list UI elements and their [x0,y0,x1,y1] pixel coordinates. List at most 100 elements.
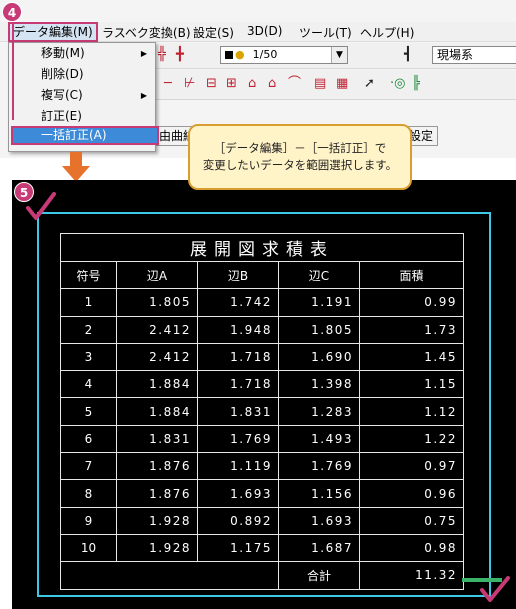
value-cell: 1.119 [197,452,279,481]
table-row: 6 1.831 1.769 1.493 1.22 [60,424,464,454]
value-cell: 1.15 [359,370,464,399]
menu-item-label: 一括訂正(A) [41,128,107,142]
layer-tool-icon[interactable]: ┫ [404,47,412,63]
callout-line-2: 変更したいデータを範囲選択します。 [202,158,398,172]
submenu-arrow-icon: ▶ [140,49,147,58]
row-id-cell: 5 [60,397,117,426]
value-cell: 1.718 [197,342,279,372]
value-cell: 1.805 [278,315,360,344]
row-id-cell: 8 [60,479,117,508]
value-cell: 2.412 [116,342,198,372]
line-tool-icon[interactable]: ─ [164,76,172,92]
value-cell: 1.175 [197,533,279,563]
row-id-cell: 6 [60,424,117,454]
total-value: 11.32 [359,561,464,590]
menu-item-batch-correct[interactable]: 一括訂正(A) [11,126,159,145]
menu-tools[interactable]: ツール(T) [299,24,352,41]
value-cell: 0.892 [197,506,279,535]
table-row: 10 1.928 1.175 1.687 0.98 [60,533,464,563]
house-tool-icon[interactable]: ⌂ [248,76,256,92]
table-row: 2 2.412 1.948 1.805 1.73 [60,315,464,344]
menu-item-delete[interactable]: 削除(D) [9,65,155,84]
menu-3d[interactable]: 3D(D) [247,24,282,38]
area-table[interactable]: 展開図求積表 符号 辺A 辺B 辺C 面積 1 1.805 1.742 1.191 0.… [60,233,464,590]
chevron-down-icon[interactable]: ▼ [331,47,347,63]
header-cell: 辺B [197,260,279,290]
total-label: 合計 [278,561,360,590]
site-field[interactable]: 現場系 [432,46,516,64]
header-cell: 辺C [278,260,360,290]
header-cell: 辺A [116,260,198,290]
cad-canvas[interactable]: 展開図求積表 符号 辺A 辺B 辺C 面積 1 1.805 1.742 1.191 0.… [12,180,516,609]
table-tool-icon[interactable]: ▦ [336,76,348,92]
step-badge-4: 4 [2,2,22,22]
connector-line [12,20,14,120]
step-badge-5: 5 [14,182,34,202]
cross-tool-icon[interactable]: ╋ [176,47,184,63]
scale-dropdown[interactable]: ● 1/50 ▼ [220,46,348,64]
table-body: 1 1.805 1.742 1.191 0.99 2 2.412 1.948 1.805 1.73… [60,288,464,563]
menu-item-correct[interactable]: 訂正(E) [9,107,155,126]
value-cell: 1.928 [116,506,198,535]
empty-cell [60,561,117,590]
value-cell: 0.75 [359,506,464,535]
value-cell: 0.99 [359,288,464,317]
header-cell: 面積 [359,260,464,290]
table-row: 3 2.412 1.718 1.690 1.45 [60,342,464,372]
value-cell: 0.98 [359,533,464,563]
value-cell: 1.884 [116,370,198,399]
value-cell: 1.191 [278,288,360,317]
snap-icon[interactable]: ·◎ [390,76,405,92]
end-check-icon [480,576,510,602]
row-id-cell: 3 [60,342,117,372]
value-cell: 1.693 [197,479,279,508]
cut-line-icon[interactable]: ⊬ [184,76,195,92]
menu-item-copy[interactable]: 複写(C) ▶ [9,86,155,105]
menu-raster-vector[interactable]: ラスベク変換(B) [102,24,191,41]
snap2-icon[interactable]: ╠ [412,76,420,92]
bulb-icon: ● [235,48,245,61]
value-cell: 1.928 [116,533,198,563]
table-row: 1 1.805 1.742 1.191 0.99 [60,288,464,317]
row-id-cell: 4 [60,370,117,399]
symbol-tool-icon[interactable]: ⊞ [226,76,237,92]
text-tool-icon[interactable]: ▤ [314,76,326,92]
menu-item-label: 削除(D) [41,67,84,81]
table-row: 5 1.884 1.831 1.283 1.12 [60,397,464,426]
value-cell: 1.45 [359,342,464,372]
value-cell: 1.831 [197,397,279,426]
value-cell: 1.805 [116,288,198,317]
value-cell: 2.412 [116,315,198,344]
menu-help[interactable]: ヘルプ(H) [360,24,414,41]
menu-item-move[interactable]: 移動(M) ▶ [9,44,155,63]
row-id-cell: 2 [60,315,117,344]
row-id-cell: 1 [60,288,117,317]
empty-cell [116,561,198,590]
submenu-arrow-icon: ▶ [140,91,147,100]
scale-value: 1/50 [252,48,278,61]
value-cell: 0.97 [359,452,464,481]
table-row: 7 1.876 1.119 1.769 0.97 [60,452,464,481]
grid-tool-icon[interactable]: ╬ [158,47,166,63]
data-edit-menu: 移動(M) ▶ 削除(D) 複写(C) ▶ 訂正(E) 一括訂正(A) [8,42,159,152]
value-cell: 1.156 [278,479,360,508]
value-cell: 0.96 [359,479,464,508]
callout-line-1: ［データ編集］－［一括訂正］で [213,141,387,155]
value-cell: 1.876 [116,479,198,508]
value-cell: 1.769 [197,424,279,454]
value-cell: 1.884 [116,397,198,426]
box-tool-icon[interactable]: ⊟ [206,76,217,92]
pointer-icon[interactable]: ➚ [364,76,375,92]
menu-data-edit[interactable]: データ編集(M) [8,22,98,42]
table-header-row: 符号 辺A 辺B 辺C 面積 [60,260,464,290]
arc-tool-icon[interactable]: ⌒ [288,76,301,92]
house2-tool-icon[interactable]: ⌂ [268,76,276,92]
value-cell: 1.693 [278,506,360,535]
value-cell: 1.831 [116,424,198,454]
header-cell: 符号 [60,260,117,290]
toolbar-drawing: ─ ⊬ ⊟ ⊞ ⌂ ⌂ ⌒ ▤ ▦ ➚ ·◎ ╠ [150,70,516,100]
menu-settings[interactable]: 設定(S) [193,24,234,41]
menu-bar: データ編集(M) ラスベク変換(B) 設定(S) 3D(D) ツール(T) ヘル… [0,22,516,42]
menu-item-label: 移動(M) [41,46,85,60]
table-total-row: 合計 11.32 [60,561,464,590]
